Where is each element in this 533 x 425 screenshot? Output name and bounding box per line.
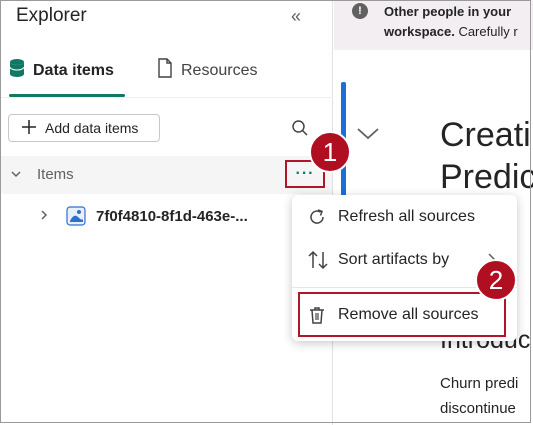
menu-item-refresh-all-sources[interactable]: Refresh all sources xyxy=(292,197,517,237)
menu-item-label: Sort artifacts by xyxy=(338,251,450,268)
menu-item-label: Refresh all sources xyxy=(338,208,475,225)
step-badge-2: 2 xyxy=(475,259,517,301)
tree-item[interactable]: 7f0f4810-8f1d-463e-... xyxy=(0,198,332,234)
notebook-heading-line2: Predic xyxy=(440,158,533,196)
tab-resources-label: Resources xyxy=(181,61,258,79)
items-section-label: Items xyxy=(37,166,74,183)
database-icon xyxy=(9,58,25,83)
chevron-right-icon[interactable] xyxy=(38,208,50,226)
chevron-down-icon[interactable] xyxy=(10,167,22,185)
banner-rest-text: Carefully r xyxy=(454,24,518,39)
paragraph-line1: Churn predi xyxy=(440,375,519,392)
refresh-icon xyxy=(307,207,327,232)
info-icon: ! xyxy=(352,3,368,19)
explorer-title: Explorer xyxy=(16,5,87,26)
step-badge-1: 1 xyxy=(309,131,351,173)
notebook-heading-line1: Creati xyxy=(440,116,531,154)
banner-text-line1: Other people in your xyxy=(384,4,512,19)
plus-icon xyxy=(21,119,37,138)
tree-item-label: 7f0f4810-8f1d-463e-... xyxy=(96,208,248,225)
tab-data-items-label: Data items xyxy=(33,61,114,79)
banner-text-line2: workspace. Carefully r xyxy=(384,24,518,39)
search-icon[interactable] xyxy=(291,119,309,142)
items-section-header[interactable]: Items xyxy=(0,156,332,194)
highlight-box-remove-all-sources xyxy=(298,292,506,337)
tab-divider xyxy=(0,97,333,98)
explorer-panel: Explorer « Data items Resources Add data… xyxy=(0,0,333,425)
document-icon xyxy=(157,58,173,83)
banner-bold-text: workspace. xyxy=(384,24,455,39)
add-data-items-button[interactable]: Add data items xyxy=(8,114,160,142)
lakehouse-icon xyxy=(66,206,86,231)
collapse-panel-button[interactable]: « xyxy=(291,6,301,27)
sort-icon xyxy=(307,250,329,275)
tab-resources[interactable]: Resources xyxy=(157,58,257,83)
paragraph-line2: discontinue xyxy=(440,400,516,417)
tab-data-items[interactable]: Data items xyxy=(9,58,114,83)
cell-collapse-chevron-icon[interactable] xyxy=(356,126,380,147)
warning-banner: ! Other people in your workspace. Carefu… xyxy=(334,0,533,50)
add-data-items-label: Add data items xyxy=(45,120,139,136)
